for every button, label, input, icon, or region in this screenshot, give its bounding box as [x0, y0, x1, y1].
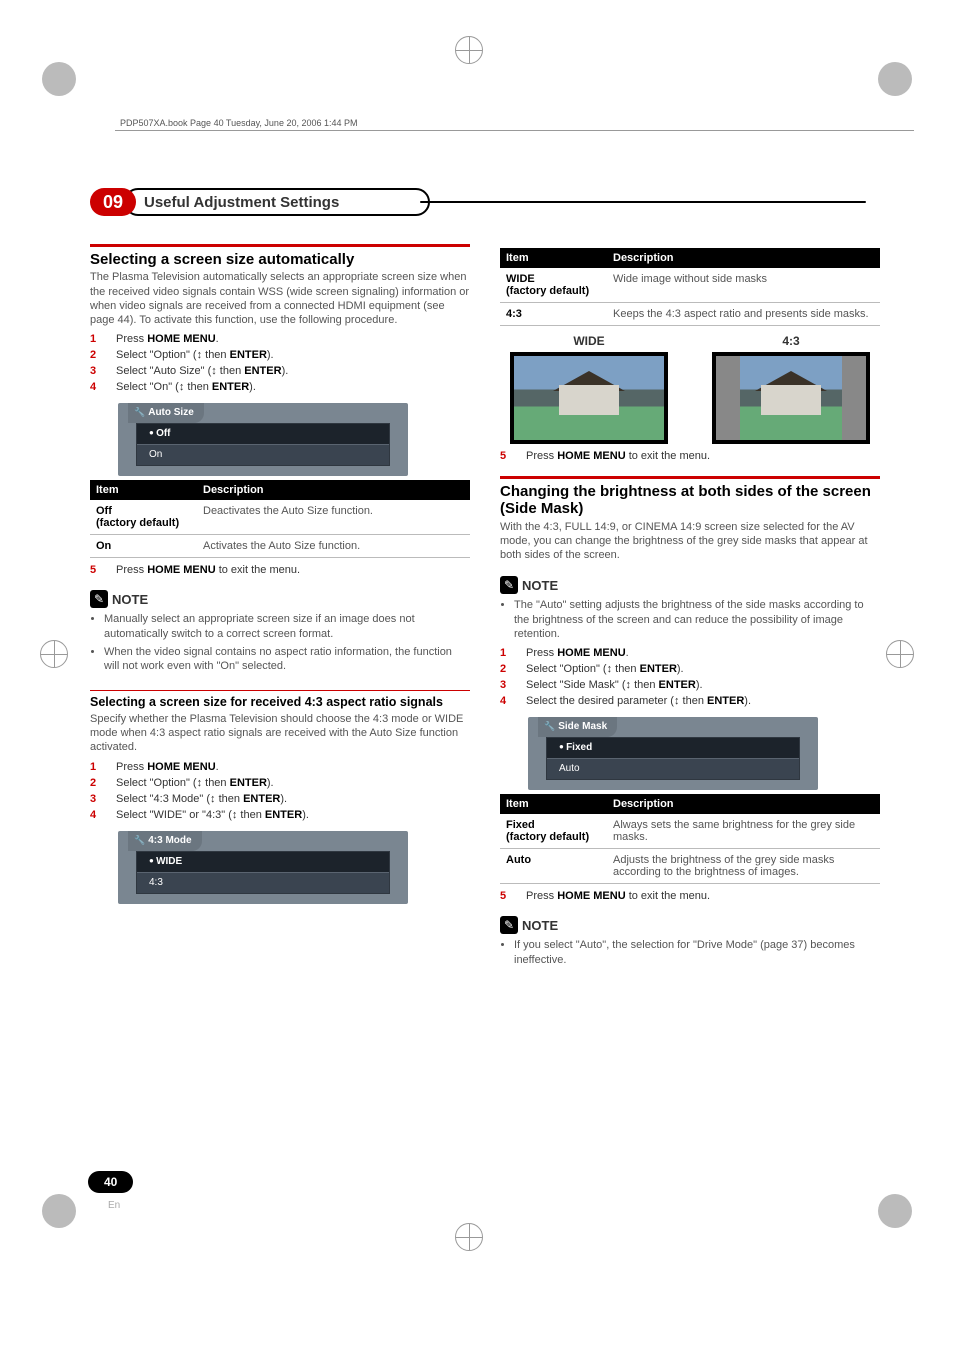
- note-heading: NOTE: [90, 590, 470, 608]
- step-1: Press HOME MENU.: [116, 333, 219, 345]
- wrench-icon: 🔧: [544, 721, 555, 731]
- chapter-header: 09 Useful Adjustment Settings: [90, 188, 866, 244]
- reg-mark-br: [878, 1194, 912, 1231]
- menu-row-fixed: Fixed: [547, 738, 799, 758]
- reg-mark-bl: [42, 1194, 76, 1231]
- step-4: Select "On" (↕ then ENTER).: [116, 381, 256, 393]
- chapter-number: 09: [90, 188, 136, 216]
- menu-row-43: 4:3: [137, 872, 389, 893]
- thumb-wide: [510, 352, 668, 444]
- note-icon: [90, 590, 108, 608]
- pdf-header-rule: [115, 130, 914, 131]
- menu-row-auto: Auto: [547, 758, 799, 779]
- note-icon: [500, 576, 518, 594]
- chapter-title: Useful Adjustment Settings: [124, 188, 430, 216]
- section-rule: [90, 244, 470, 247]
- section-title-side-mask: Changing the brightness at both sides of…: [500, 483, 880, 518]
- table-auto-size: ItemDescription Off(factory default)Deac…: [90, 480, 470, 558]
- note-item: The "Auto" setting adjusts the brightnes…: [514, 598, 880, 641]
- table-43-mode: ItemDescription WIDE(factory default)Wid…: [500, 248, 880, 326]
- reg-target-b: [455, 1223, 483, 1251]
- menu-side-mask: 🔧Side Mask Fixed Auto: [528, 717, 818, 790]
- subsection-rule: [90, 690, 470, 691]
- section-intro: The Plasma Television automatically sele…: [90, 270, 470, 327]
- menu-row-wide: WIDE: [137, 852, 389, 872]
- note-heading: NOTE: [500, 916, 880, 934]
- step-5-auto-size: 5Press HOME MENU to exit the menu.: [90, 564, 470, 576]
- step-3: Select "Auto Size" (↕ then ENTER).: [116, 365, 288, 377]
- step-5-side-mask: 5Press HOME MENU to exit the menu.: [500, 890, 880, 902]
- steps-auto-size: 1Press HOME MENU. 2Select "Option" (↕ th…: [90, 333, 470, 393]
- left-column: Selecting a screen size automatically Th…: [90, 244, 470, 971]
- section-title-auto-size: Selecting a screen size automatically: [90, 251, 470, 268]
- step-2: Select "Option" (↕ then ENTER).: [116, 349, 274, 361]
- menu-row-off: Off: [137, 424, 389, 444]
- menu-43-mode: 🔧4:3 Mode WIDE 4:3: [118, 831, 408, 904]
- wrench-icon: 🔧: [134, 835, 145, 845]
- page-language: En: [108, 1200, 120, 1211]
- aspect-thumbnails: WIDE 4:3: [500, 334, 880, 444]
- note-list: If you select "Auto", the selection for …: [500, 938, 880, 967]
- thumb-label-wide: WIDE: [510, 334, 668, 348]
- menu-row-on: On: [137, 444, 389, 465]
- reg-target-r: [886, 640, 914, 668]
- subsection-title-43: Selecting a screen size for received 4:3…: [90, 695, 470, 710]
- steps-43-mode: 1Press HOME MENU. 2Select "Option" (↕ th…: [90, 761, 470, 821]
- note-list: The "Auto" setting adjusts the brightnes…: [500, 598, 880, 641]
- content-columns: Selecting a screen size automatically Th…: [90, 244, 880, 971]
- note-item: If you select "Auto", the selection for …: [514, 938, 880, 967]
- reg-target-l: [40, 640, 68, 668]
- menu-auto-size: 🔧Auto Size Off On: [118, 403, 408, 476]
- chapter-rule: [420, 201, 866, 203]
- note-heading: NOTE: [500, 576, 880, 594]
- reg-mark-tl: [42, 62, 76, 99]
- note-item: Manually select an appropriate screen si…: [104, 612, 470, 641]
- reg-mark-tr: [878, 62, 912, 99]
- reg-target-t: [455, 36, 483, 64]
- subsection-intro: Specify whether the Plasma Television sh…: [90, 712, 470, 755]
- table-side-mask: ItemDescription Fixed(factory default)Al…: [500, 794, 880, 884]
- right-column: ItemDescription WIDE(factory default)Wid…: [500, 244, 880, 971]
- step-5-43-mode: 5Press HOME MENU to exit the menu.: [500, 450, 880, 462]
- page: PDP507XA.book Page 40 Tuesday, June 20, …: [0, 0, 954, 1351]
- section-intro-side-mask: With the 4:3, FULL 14:9, or CINEMA 14:9 …: [500, 520, 880, 563]
- pdf-header-text: PDP507XA.book Page 40 Tuesday, June 20, …: [120, 118, 358, 128]
- wrench-icon: 🔧: [134, 407, 145, 417]
- thumb-43: [712, 352, 870, 444]
- page-number: 40: [88, 1171, 133, 1193]
- note-icon: [500, 916, 518, 934]
- note-item: When the video signal contains no aspect…: [104, 645, 470, 674]
- steps-side-mask: 1Press HOME MENU. 2Select "Option" (↕ th…: [500, 647, 880, 707]
- thumb-label-43: 4:3: [712, 334, 870, 348]
- note-list: Manually select an appropriate screen si…: [90, 612, 470, 673]
- section-rule: [500, 476, 880, 479]
